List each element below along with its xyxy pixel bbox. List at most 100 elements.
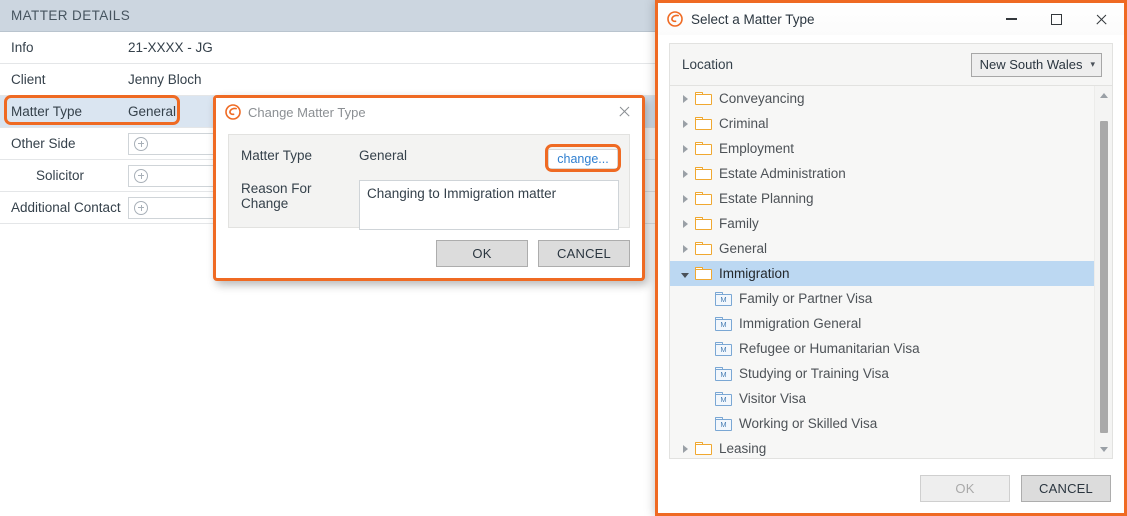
plus-circle-icon[interactable] (134, 200, 148, 215)
select-dialog-title: Select a Matter Type (691, 11, 815, 27)
folder-icon (695, 117, 712, 130)
tree-node[interactable]: General (670, 236, 1094, 261)
matter-details-row-label: Info (11, 40, 34, 55)
triangle-glyph (682, 169, 688, 178)
maximize-icon[interactable] (1034, 4, 1079, 34)
matter-type-icon: M (715, 341, 732, 356)
expand-arrow-closed-icon[interactable] (678, 119, 692, 128)
select-matter-type-dialog: Select a Matter Type Location New South … (655, 0, 1127, 516)
plus-circle-icon[interactable] (134, 136, 148, 151)
matter-type-icon: M (715, 291, 732, 306)
matter-details-row-label: Solicitor (36, 168, 85, 183)
tree-node-label: Employment (719, 141, 795, 156)
tree-node[interactable]: M Immigration General (670, 311, 1094, 336)
expand-arrow-closed-icon[interactable] (678, 244, 692, 253)
tree-node[interactable]: M Family or Partner Visa (670, 286, 1094, 311)
expand-arrow-closed-icon[interactable] (678, 194, 692, 203)
location-dropdown[interactable]: New South Wales ▾ (970, 52, 1102, 77)
matter-details-row-value: 21-XXXX - JG (128, 40, 213, 55)
plus-circle-icon[interactable] (134, 168, 148, 183)
tree-node[interactable]: Immigration (670, 261, 1094, 286)
tree-node-label: Visitor Visa (739, 391, 807, 406)
folder-icon (695, 167, 712, 180)
location-dropdown-value: New South Wales (979, 57, 1083, 72)
scroll-down-arrow-icon[interactable] (1095, 440, 1112, 458)
matter-type-icon: M (715, 366, 732, 381)
tree-node-label: Working or Skilled Visa (739, 416, 878, 431)
reason-field-row: Reason For Change Changing to Immigratio… (241, 180, 619, 230)
tree-node[interactable]: M Refugee or Humanitarian Visa (670, 336, 1094, 361)
expand-arrow-closed-icon[interactable] (678, 144, 692, 153)
matter-details-row-label: Client (11, 72, 46, 87)
change-dialog-title: Change Matter Type (248, 104, 366, 120)
tree-node[interactable]: M Visitor Visa (670, 386, 1094, 411)
smokeball-logo-icon (667, 11, 683, 27)
select-dialog-panel: Location New South Wales ▾ Conveyancing C… (669, 43, 1113, 459)
tree-node[interactable]: M Studying or Training Visa (670, 361, 1094, 386)
scrollbar-thumb[interactable] (1100, 121, 1108, 433)
tree-node-label: Estate Planning (719, 191, 814, 206)
tree-node[interactable]: Conveyancing (670, 86, 1094, 111)
triangle-glyph (682, 444, 688, 453)
folder-icon (695, 192, 712, 205)
tree-node[interactable]: Estate Administration (670, 161, 1094, 186)
minimize-icon[interactable] (989, 4, 1034, 34)
tree-node-label: Leasing (719, 441, 767, 456)
matter-details-header: MATTER DETAILS (0, 0, 660, 32)
matter-details-row[interactable]: Client Jenny Bloch (0, 64, 660, 96)
tree-node-label: General (719, 241, 768, 256)
folder-icon (695, 142, 712, 155)
tree-node-label: Refugee or Humanitarian Visa (739, 341, 920, 356)
select-dialog-ok-button[interactable]: OK (920, 474, 1010, 502)
tree-node[interactable]: Employment (670, 136, 1094, 161)
triangle-glyph (681, 272, 689, 278)
folder-icon (695, 242, 712, 255)
tree-node[interactable]: Leasing (670, 436, 1094, 458)
folder-icon (695, 92, 712, 105)
change-dialog-footer: OK CANCEL (436, 240, 630, 267)
tree-node[interactable]: Estate Planning (670, 186, 1094, 211)
matter-details-row-label: Other Side (11, 136, 76, 151)
select-dialog-titlebar: Select a Matter Type (658, 3, 1124, 35)
change-link[interactable]: change... (548, 149, 618, 169)
folder-icon (695, 442, 712, 455)
tree-node[interactable]: Family (670, 211, 1094, 236)
expand-arrow-open-icon[interactable] (678, 270, 692, 278)
matter-details-row-value: Jenny Bloch (128, 72, 202, 87)
scroll-up-arrow-icon[interactable] (1095, 86, 1112, 104)
triangle-glyph (682, 94, 688, 103)
tree-vertical-scrollbar[interactable] (1094, 86, 1112, 458)
close-icon[interactable] (614, 102, 636, 122)
screen: MATTER DETAILS Info 21-XXXX - JG Client Jen… (0, 0, 1127, 516)
matter-type-value: General (359, 148, 408, 163)
expand-arrow-closed-icon[interactable] (678, 169, 692, 178)
select-dialog-footer: OK CANCEL (658, 463, 1124, 513)
tree-node[interactable]: Criminal (670, 111, 1094, 136)
change-link-wrapper: change... (545, 144, 621, 172)
close-icon[interactable] (1079, 4, 1124, 34)
tree-node[interactable]: M Working or Skilled Visa (670, 411, 1094, 436)
matter-details-row[interactable]: Info 21-XXXX - JG (0, 32, 660, 64)
select-dialog-cancel-button[interactable]: CANCEL (1021, 474, 1111, 502)
folder-icon (695, 217, 712, 230)
tree-list: Conveyancing Criminal Employment Estate Adm… (670, 86, 1094, 458)
expand-arrow-closed-icon[interactable] (678, 94, 692, 103)
change-dialog-cancel-button[interactable]: CANCEL (538, 240, 630, 267)
change-matter-type-dialog: Change Matter Type Matter Type General c… (213, 95, 645, 281)
tree-node-label: Estate Administration (719, 166, 846, 181)
change-dialog-ok-button[interactable]: OK (436, 240, 528, 267)
tree-node-label: Immigration General (739, 316, 862, 331)
matter-details-row-label: Additional Contact (11, 200, 121, 215)
triangle-glyph (682, 119, 688, 128)
location-row: Location New South Wales ▾ (670, 44, 1112, 86)
tree-node-label: Criminal (719, 116, 769, 131)
reason-for-change-input[interactable]: Changing to Immigration matter (359, 180, 619, 230)
expand-arrow-closed-icon[interactable] (678, 219, 692, 228)
reason-for-change-label: Reason For Change (241, 181, 312, 211)
expand-arrow-closed-icon[interactable] (678, 444, 692, 453)
matter-type-tree[interactable]: Conveyancing Criminal Employment Estate Adm… (670, 86, 1112, 458)
matter-type-icon: M (715, 316, 732, 331)
matter-type-label: Matter Type (241, 148, 313, 163)
location-label: Location (682, 57, 734, 72)
matter-type-icon: M (715, 391, 732, 406)
